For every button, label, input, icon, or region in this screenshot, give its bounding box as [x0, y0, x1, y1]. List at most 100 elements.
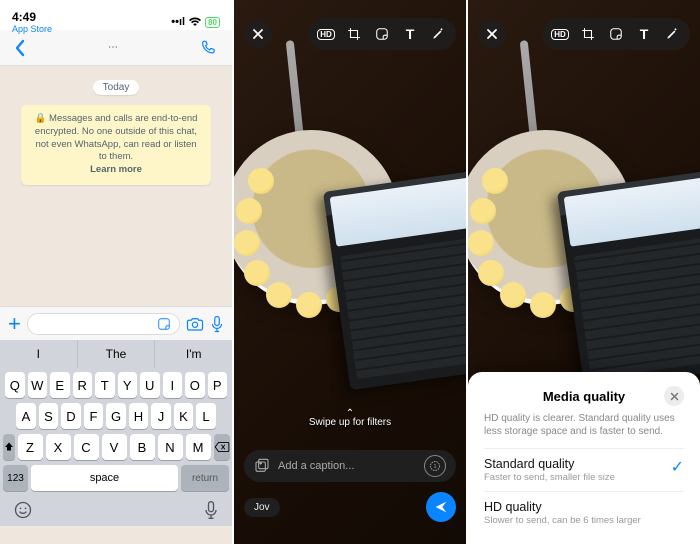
encryption-notice[interactable]: 🔒 Messages and calls are end-to-end encr… — [21, 105, 211, 185]
close-button[interactable] — [244, 20, 272, 48]
option-sub: Faster to send, smaller file size — [484, 472, 671, 483]
send-row: Jov — [244, 492, 456, 522]
key-m[interactable]: M — [186, 434, 211, 460]
key-y[interactable]: Y — [118, 372, 138, 398]
svg-text:1: 1 — [434, 464, 437, 470]
status-bar: 4:49 App Store ••ıl 80 — [0, 0, 232, 30]
chat-body: Today 🔒 Messages and calls are end-to-en… — [0, 66, 232, 306]
key-w[interactable]: W — [28, 372, 48, 398]
suggestion-0[interactable]: I — [0, 340, 78, 368]
mic-button[interactable] — [210, 315, 224, 333]
recipient-chip[interactable]: Jov — [244, 498, 280, 517]
learn-more-link[interactable]: Learn more — [31, 164, 201, 177]
key-z[interactable]: Z — [18, 434, 43, 460]
keyboard-suggestions: I The I'm — [0, 340, 232, 368]
kb-row-4: 123 space return — [3, 465, 229, 491]
text-tool-button[interactable]: T — [398, 22, 422, 46]
key-d[interactable]: D — [61, 403, 81, 429]
back-button[interactable] — [14, 39, 26, 57]
sheet-title: Media quality — [504, 389, 664, 404]
key-s[interactable]: S — [39, 403, 59, 429]
key-g[interactable]: G — [106, 403, 126, 429]
key-e[interactable]: E — [50, 372, 70, 398]
numbers-key[interactable]: 123 — [3, 465, 28, 491]
key-f[interactable]: F — [84, 403, 104, 429]
key-p[interactable]: P — [208, 372, 228, 398]
key-i[interactable]: I — [163, 372, 183, 398]
hd-button[interactable]: HD — [314, 22, 338, 46]
key-h[interactable]: H — [129, 403, 149, 429]
option-title: Standard quality — [484, 457, 671, 471]
hd-button[interactable]: HD — [548, 22, 572, 46]
call-button[interactable] — [200, 39, 218, 57]
media-quality-sheet: Media quality HD quality is clearer. Sta… — [468, 372, 700, 544]
caption-placeholder: Add a caption... — [278, 460, 354, 472]
attach-button[interactable]: + — [8, 311, 21, 337]
quality-option-hd[interactable]: HD quality Slower to send, can be 6 time… — [484, 491, 684, 534]
status-time: 4:49 — [12, 10, 52, 24]
key-k[interactable]: K — [174, 403, 194, 429]
dictate-key[interactable] — [203, 500, 219, 520]
close-button[interactable] — [478, 20, 506, 48]
key-c[interactable]: C — [74, 434, 99, 460]
lock-icon: 🔒 — [35, 113, 49, 124]
contact-name[interactable]: ⋯ — [108, 42, 118, 53]
message-input-row: + — [0, 306, 232, 340]
status-indicators: ••ıl 80 — [171, 16, 220, 28]
key-u[interactable]: U — [140, 372, 160, 398]
kb-bottom-row — [3, 496, 229, 520]
option-sub: Slower to send, can be 6 times larger — [484, 515, 684, 526]
add-media-icon[interactable] — [254, 458, 270, 474]
backspace-key[interactable] — [214, 434, 230, 460]
battery-icon: 80 — [205, 17, 220, 28]
check-icon: ✓ — [671, 457, 684, 477]
option-title: HD quality — [484, 500, 684, 514]
shift-key[interactable] — [3, 434, 15, 460]
sticker-tool-button[interactable] — [604, 22, 628, 46]
key-n[interactable]: N — [158, 434, 183, 460]
media-toolbar: HD T — [234, 18, 466, 50]
draw-tool-button[interactable] — [660, 22, 684, 46]
emoji-key[interactable] — [13, 500, 33, 520]
encryption-text: Messages and calls are end-to-end encryp… — [35, 113, 198, 162]
edit-tools: HD T — [308, 18, 456, 50]
keyboard: QWERTYUIOP ASDFGHJKL ZXCVBNM 123 space r… — [0, 368, 232, 526]
key-o[interactable]: O — [185, 372, 205, 398]
signal-icon: ••ıl — [171, 16, 185, 28]
kb-row-2: ASDFGHJKL — [3, 403, 229, 429]
crop-button[interactable] — [342, 22, 366, 46]
key-b[interactable]: B — [130, 434, 155, 460]
key-v[interactable]: V — [102, 434, 127, 460]
return-key[interactable]: return — [181, 465, 229, 491]
key-j[interactable]: J — [151, 403, 171, 429]
key-t[interactable]: T — [95, 372, 115, 398]
quality-option-standard[interactable]: Standard quality Faster to send, smaller… — [484, 448, 684, 491]
app-store-back[interactable]: App Store — [12, 24, 52, 34]
draw-tool-button[interactable] — [426, 22, 450, 46]
text-tool-button[interactable]: T — [632, 22, 656, 46]
date-pill: Today — [93, 80, 140, 95]
view-once-button[interactable]: 1 — [424, 455, 446, 477]
camera-button[interactable] — [186, 316, 204, 332]
edit-tools: HD T — [542, 18, 690, 50]
chat-header: ⋯ — [0, 30, 232, 66]
suggestion-2[interactable]: I'm — [155, 340, 232, 368]
sheet-close-button[interactable] — [664, 386, 684, 406]
key-q[interactable]: Q — [5, 372, 25, 398]
swipe-filters-hint: Swipe up for filters — [234, 408, 466, 428]
key-a[interactable]: A — [16, 403, 36, 429]
key-l[interactable]: L — [196, 403, 216, 429]
key-r[interactable]: R — [73, 372, 93, 398]
caption-input[interactable]: Add a caption... 1 — [244, 450, 456, 482]
send-button[interactable] — [426, 492, 456, 522]
sticker-icon[interactable] — [157, 317, 171, 331]
media-preview-panel: HD T Swipe up for filters Add a caption.… — [234, 0, 466, 544]
key-x[interactable]: X — [46, 434, 71, 460]
space-key[interactable]: space — [31, 465, 178, 491]
sheet-subtitle: HD quality is clearer. Standard quality … — [484, 412, 684, 438]
crop-button[interactable] — [576, 22, 600, 46]
sticker-tool-button[interactable] — [370, 22, 394, 46]
suggestion-1[interactable]: The — [78, 340, 156, 368]
message-input[interactable] — [27, 313, 180, 335]
whatsapp-chat-panel: 4:49 App Store ••ıl 80 ⋯ Today 🔒 Message… — [0, 0, 232, 544]
